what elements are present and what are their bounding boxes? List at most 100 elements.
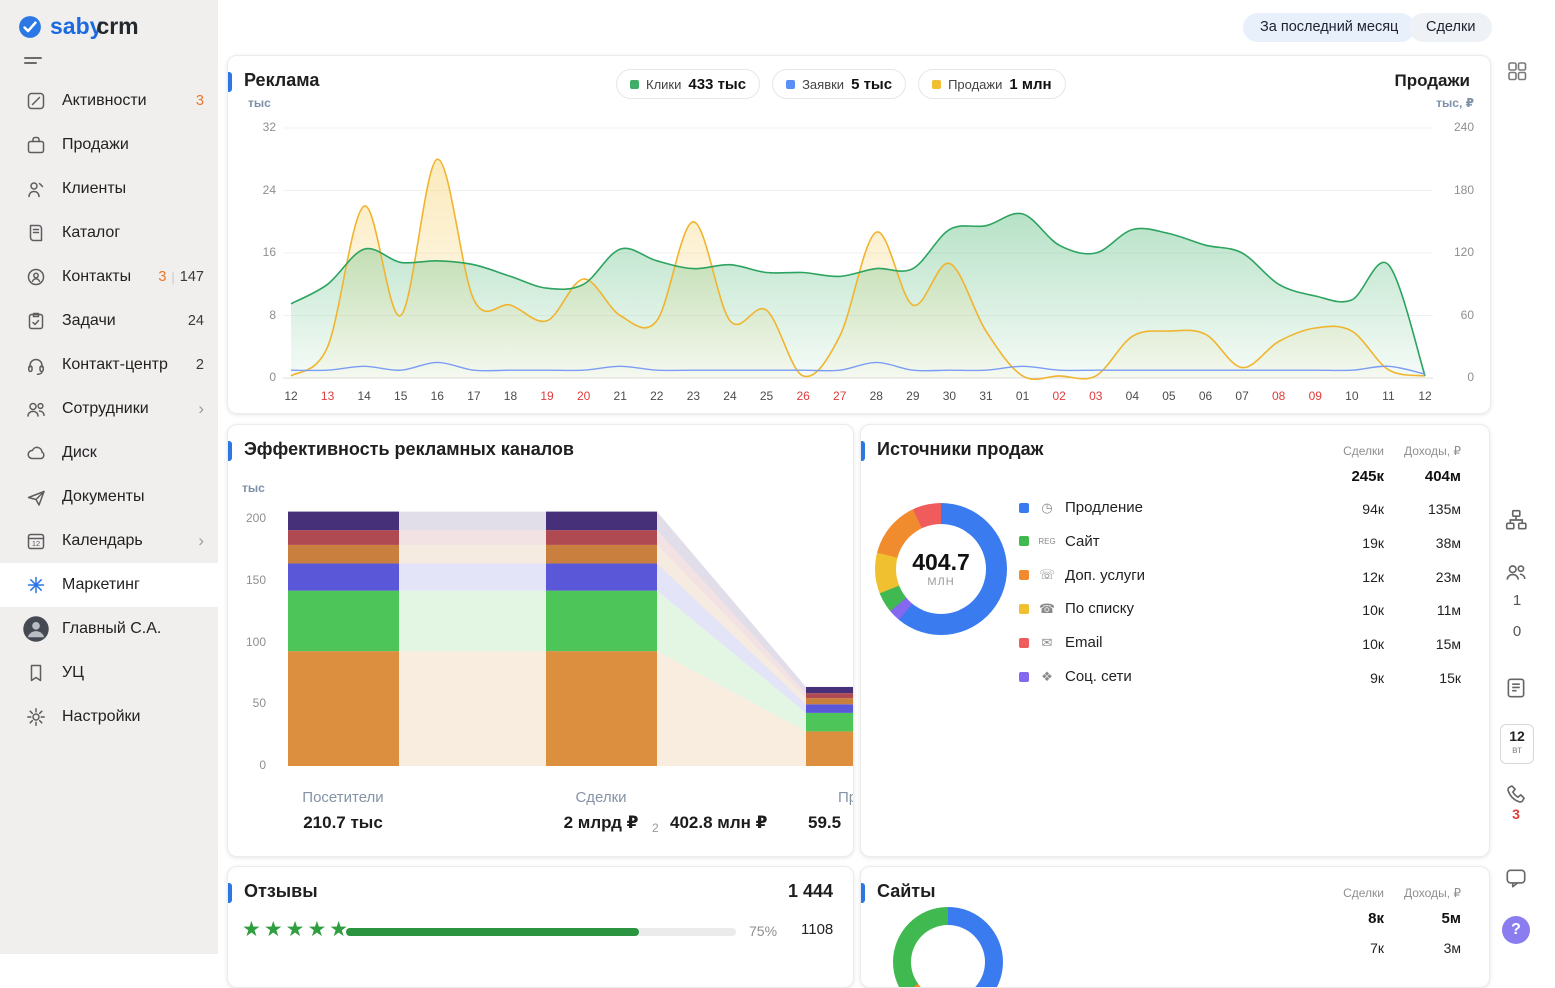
sources-col-income: Доходы, ₽ [1381, 444, 1461, 458]
x-tick-date: 25 [760, 389, 773, 403]
sources-donut-chart[interactable]: 404.7 МЛН [875, 503, 1007, 635]
sources-donut-value: 404.7 [875, 549, 1007, 576]
sidebar-item-label: Календарь [62, 532, 198, 550]
menu-toggle-icon[interactable] [24, 56, 42, 75]
sidebar-item-calendar[interactable]: 12Календарь› [0, 519, 218, 563]
sidebar-item-tasks[interactable]: Задачи24 [0, 299, 218, 343]
source-income-value: 15к [1396, 670, 1461, 686]
y-tick-right: 60 [1434, 308, 1474, 322]
sidebar-item-avatar[interactable]: Главный С.А. [0, 607, 218, 651]
source-row-Продление[interactable]: ◷Продление [1019, 499, 1143, 516]
sites-col-deals: Сделки [1304, 886, 1384, 900]
sidebar-item-uc[interactable]: УЦ [0, 651, 218, 695]
funnel-stage1-value: 210.7 тыс [303, 813, 383, 833]
y-tick-right: 120 [1434, 245, 1474, 259]
sites-card: Сайты Сделки Доходы, ₽ 8к 5м 7к 3м [860, 866, 1490, 988]
x-tick-date: 05 [1162, 389, 1175, 403]
plane-icon [24, 485, 48, 509]
funnel-chart[interactable] [228, 505, 853, 785]
marketing-icon [24, 573, 48, 597]
tasks-icon [24, 309, 48, 333]
source-row-По списку[interactable]: ☎По списку [1019, 600, 1134, 617]
source-deals-value: 19к [1319, 535, 1384, 551]
chat-icon[interactable] [1504, 866, 1528, 895]
reviews-card: Отзывы 1 444 ★★★★★ 75% 1108 [227, 866, 854, 988]
legend-value: 433 тыс [688, 76, 746, 93]
source-row-Сайт[interactable]: REGСайт [1019, 533, 1100, 550]
badge: 3 [158, 269, 166, 285]
y-tick-left: 8 [244, 308, 276, 322]
sidebar-item-label: Маркетинг [62, 576, 204, 594]
dashboard-grid-icon[interactable] [1506, 60, 1528, 87]
x-tick-date: 22 [650, 389, 663, 403]
source-color-swatch [1019, 570, 1029, 580]
source-color-swatch [1019, 503, 1029, 513]
missed-calls-badge[interactable]: 3 [1503, 806, 1529, 822]
source-row-Доп. услуги[interactable]: ☏Доп. услуги [1019, 567, 1145, 584]
card-accent [861, 441, 865, 461]
source-label: Сайт [1065, 533, 1100, 550]
sidebar-item-contacts[interactable]: Контакты3|147 [0, 255, 218, 299]
clients-icon [24, 177, 48, 201]
legend-color-swatch [786, 80, 795, 89]
source-row-Email[interactable]: ✉Email [1019, 634, 1103, 651]
card-accent [228, 72, 232, 92]
deals-filter[interactable]: Сделки [1409, 13, 1492, 42]
sites-total-deals: 8к [1304, 910, 1384, 927]
x-tick-date: 13 [321, 389, 334, 403]
sites-donut-chart[interactable] [893, 907, 1003, 988]
sidebar-item-gear[interactable]: Настройки [0, 695, 218, 739]
sidebar-item-people[interactable]: Сотрудники› [0, 387, 218, 431]
sidebar-item-note[interactable]: Активности3 [0, 79, 218, 123]
notes-icon[interactable] [1504, 676, 1528, 705]
sidebar-item-label: Главный С.А. [62, 620, 204, 638]
sidebar-item-headset[interactable]: Контакт-центр2 [0, 343, 218, 387]
source-income-value: 38м [1396, 535, 1461, 551]
reviews-progress-bar[interactable] [346, 928, 736, 936]
sidebar-item-catalog[interactable]: Каталог [0, 211, 218, 255]
legend-color-swatch [630, 80, 639, 89]
help-button[interactable]: ? [1502, 916, 1530, 944]
sources-total-deals: 245к [1304, 468, 1384, 485]
legend-chip-Продажи[interactable]: Продажи1 млн [918, 69, 1066, 99]
logo[interactable]: sabycrm [0, 0, 218, 40]
rail-count-2[interactable]: 0 [1504, 623, 1530, 640]
x-tick-date: 03 [1089, 389, 1102, 403]
sidebar-item-plane[interactable]: Документы [0, 475, 218, 519]
right-axis-unit: тыс, ₽ [1428, 96, 1474, 110]
sidebar-item-cloud[interactable]: Диск [0, 431, 218, 475]
x-tick-date: 17 [467, 389, 480, 403]
sidebar-item-marketing[interactable]: Маркетинг [0, 563, 218, 607]
sidebar-item-clients[interactable]: Клиенты [0, 167, 218, 211]
sidebar-item-label: УЦ [62, 664, 204, 682]
x-tick-date: 31 [979, 389, 992, 403]
ads-chart[interactable] [283, 116, 1433, 391]
ads-right-title: Продажи [1394, 71, 1470, 91]
rail-count-1[interactable]: 1 [1504, 592, 1530, 609]
period-filter[interactable]: За последний месяц [1243, 13, 1415, 42]
org-structure-icon[interactable] [1504, 508, 1528, 537]
sidebar-item-sales[interactable]: Продажи [0, 123, 218, 167]
funnel-stage1-label: Посетители [302, 789, 383, 806]
reviews-count: 1 444 [788, 881, 833, 902]
legend-chip-Заявки[interactable]: Заявки5 тыс [772, 69, 906, 99]
source-type-icon: ☏ [1038, 567, 1056, 583]
brand-crm: crm [96, 13, 138, 39]
x-tick-date: 20 [577, 389, 590, 403]
contacts-icon [24, 265, 48, 289]
x-tick-date: 11 [1382, 389, 1394, 403]
legend-value: 5 тыс [851, 76, 892, 93]
x-tick-date: 06 [1199, 389, 1212, 403]
calendar-widget[interactable]: 12 вт [1500, 724, 1534, 764]
reviews-card-title: Отзывы [244, 881, 318, 902]
rating-stars[interactable]: ★★★★★ [242, 917, 351, 942]
sidebar-nav: Активности3ПродажиКлиентыКаталогКонтакты… [0, 79, 218, 739]
card-accent [228, 441, 232, 461]
contacts-people-icon[interactable] [1504, 560, 1528, 589]
source-row-Соц. сети[interactable]: ❖Соц. сети [1019, 668, 1132, 685]
y-tick-left: 0 [244, 370, 276, 384]
funnel-axis-unit: тыс [242, 481, 265, 495]
legend-chip-Клики[interactable]: Клики433 тыс [616, 69, 760, 99]
gear-icon [24, 705, 48, 729]
catalog-icon [24, 221, 48, 245]
